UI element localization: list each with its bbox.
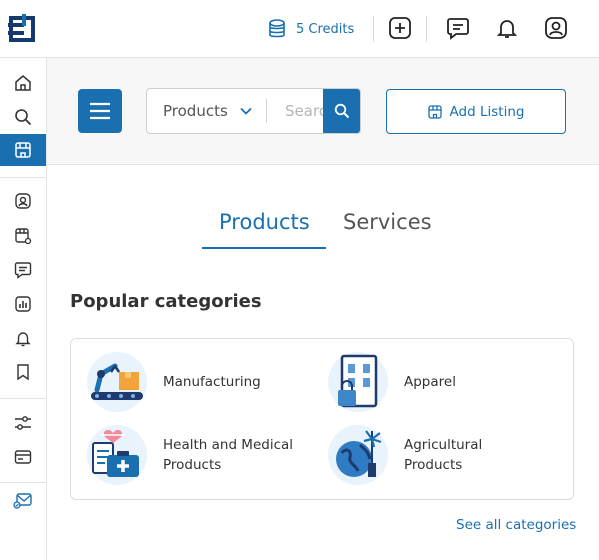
storefront-icon[interactable]: [0, 134, 46, 166]
search-category-value: Products: [163, 102, 228, 120]
tab-services[interactable]: Services: [343, 210, 432, 234]
credits-label: 5 Credits: [296, 21, 355, 37]
robot-arm-icon: [87, 352, 147, 412]
category-label: Agricultural Products: [404, 437, 483, 473]
add-listing-button[interactable]: Add Listing: [386, 89, 566, 134]
chevron-down-icon: [240, 107, 252, 115]
globe-windmill-icon: [328, 425, 388, 485]
divider: [426, 16, 427, 42]
search-bar: Products: [146, 88, 361, 134]
section-title: Popular categories: [70, 291, 262, 312]
search-icon[interactable]: [0, 102, 46, 132]
notifications-icon[interactable]: [0, 323, 46, 353]
medical-kit-icon: [87, 425, 147, 485]
search-icon: [334, 103, 349, 119]
search-input[interactable]: [269, 89, 325, 133]
category-agricultural[interactable]: Agricultural Products: [328, 425, 544, 485]
see-all-categories-link[interactable]: See all categories: [456, 517, 576, 533]
bell-icon[interactable]: [495, 16, 519, 40]
database-icon: [269, 19, 285, 38]
category-apparel[interactable]: Apparel: [328, 352, 544, 412]
profile-icon[interactable]: [0, 186, 46, 216]
category-label: Apparel: [404, 374, 456, 390]
tab-products[interactable]: Products: [219, 210, 310, 234]
divider: [0, 482, 46, 483]
filters-icon[interactable]: [0, 408, 46, 438]
divider: [0, 398, 46, 399]
menu-button[interactable]: [78, 89, 122, 133]
categories-card: Manufacturing Apparel Health and Medical…: [70, 338, 574, 500]
left-sidebar: [0, 58, 47, 560]
search-button[interactable]: [323, 89, 360, 133]
top-bar: 5 Credits: [0, 0, 599, 58]
hamburger-icon: [90, 102, 110, 120]
store-settings-icon[interactable]: [0, 221, 46, 251]
category-health-medical[interactable]: Health and Medical Products: [87, 425, 303, 485]
storefront-icon: [427, 104, 442, 119]
category-label: Health and Medical Products: [163, 437, 294, 473]
mail-check-icon[interactable]: [0, 486, 46, 516]
user-icon[interactable]: [544, 16, 568, 40]
bookmark-icon[interactable]: [0, 357, 46, 387]
search-band: Products Add Listing: [47, 58, 599, 165]
divider: [266, 99, 267, 123]
clothing-rack-icon: [328, 352, 388, 412]
divider: [373, 16, 374, 42]
chat-icon[interactable]: [446, 16, 470, 40]
category-manufacturing[interactable]: Manufacturing: [87, 352, 303, 412]
active-tab-indicator: [202, 247, 326, 249]
divider: [0, 177, 46, 178]
category-label: Manufacturing: [163, 374, 261, 390]
search-category-select[interactable]: Products: [147, 89, 265, 133]
billing-icon[interactable]: [0, 442, 46, 472]
credits-link[interactable]: 5 Credits: [268, 17, 354, 41]
analytics-icon[interactable]: [0, 289, 46, 319]
logo-icon[interactable]: [8, 14, 36, 44]
add-listing-label: Add Listing: [449, 103, 525, 120]
home-icon[interactable]: [0, 68, 46, 98]
messages-icon[interactable]: [0, 255, 46, 285]
add-square-icon[interactable]: [388, 16, 412, 40]
